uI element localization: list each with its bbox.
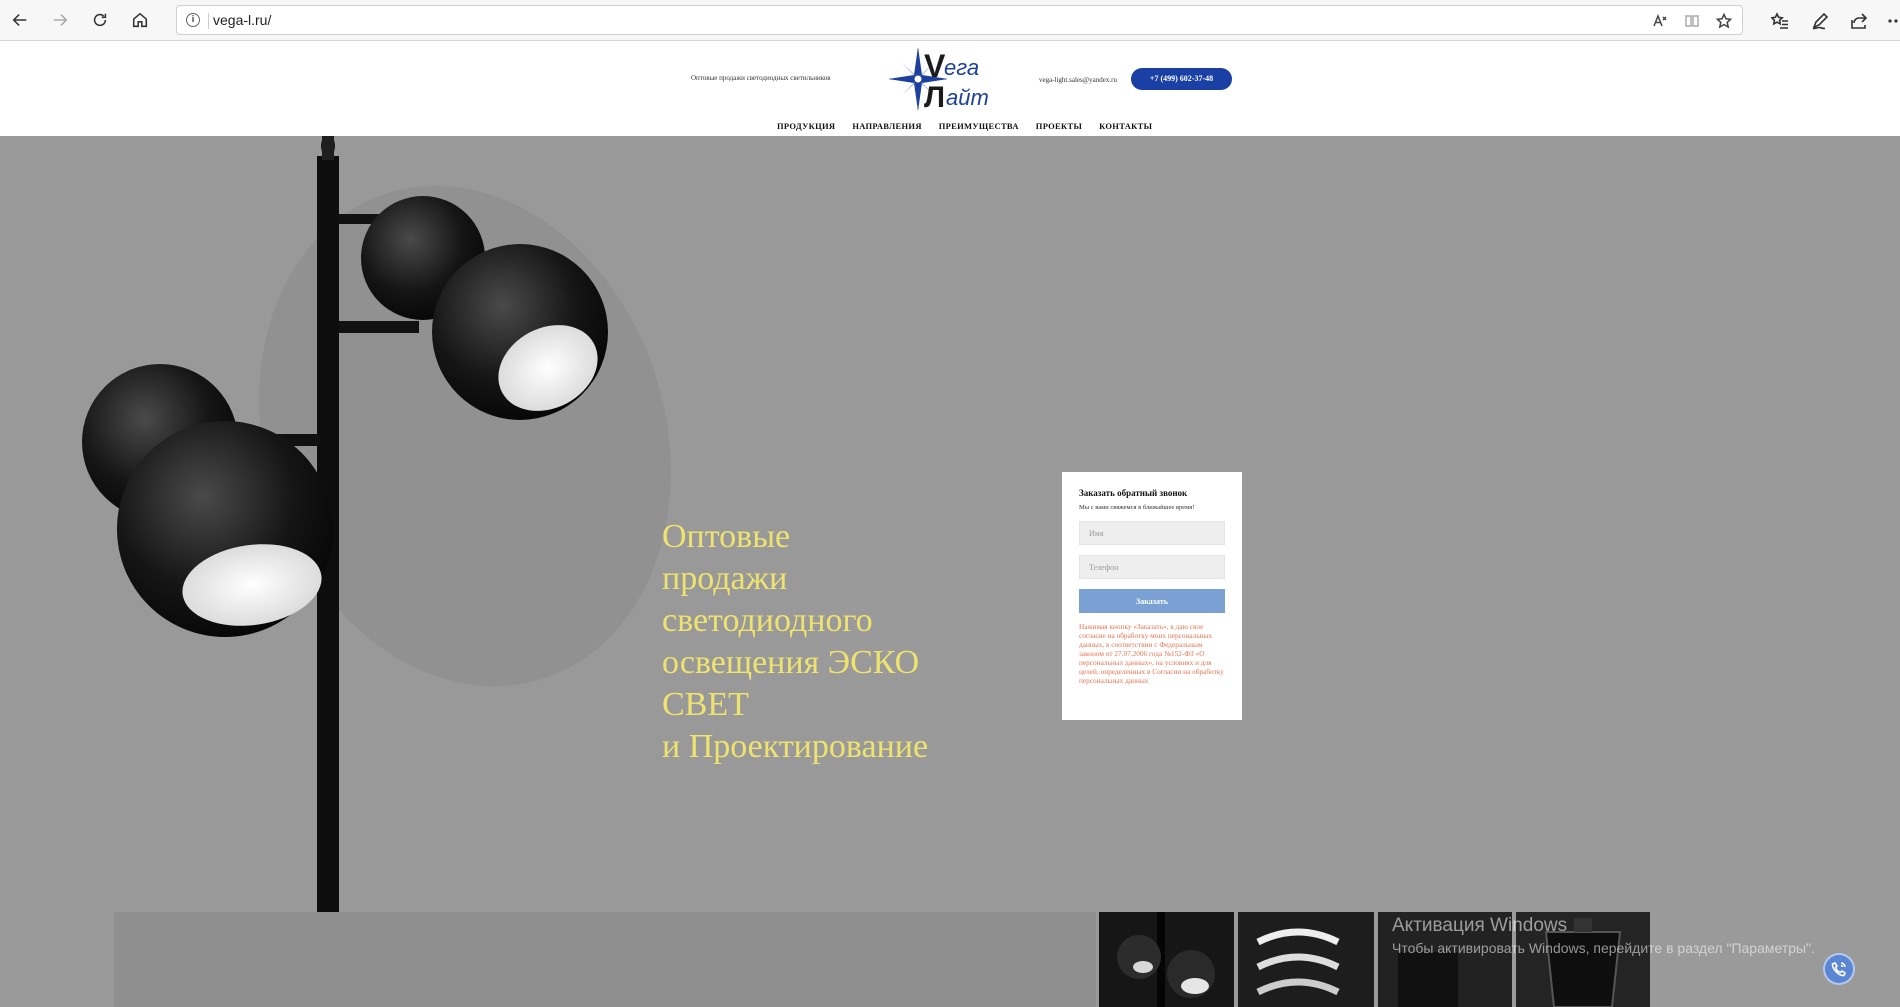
address-bar[interactable]: i vega-l.ru/ [176,5,1743,35]
product-thumbnail[interactable] [1238,912,1374,1007]
consent-text: Нажимая кнопку «Заказать», я даю свое со… [1079,622,1224,685]
windows-activation-text: Чтобы активировать Windows, перейдите в … [1392,940,1815,956]
nav-directions[interactable]: НАПРАВЛЕНИЯ [852,121,921,131]
header-email[interactable]: vega-light.sales@yandex.ru [1039,76,1117,84]
nav-projects[interactable]: ПРОЕКТЫ [1036,121,1082,131]
site-header: Оптовые продажи светодиодных светильнико… [0,41,1900,136]
forward-icon[interactable] [46,6,74,34]
svg-text:Л: Л [924,81,945,111]
site-logo[interactable]: V ега Л айт [888,47,1016,114]
refresh-icon[interactable] [86,6,114,34]
phone-input[interactable] [1079,555,1225,579]
callback-form: Заказать обратный звонок Мы с вами свяже… [1062,472,1242,720]
header-tagline: Оптовые продажи светодиодных светильнико… [691,74,831,82]
callback-form-subtitle: Мы с вами свяжемся в ближайшее время! [1079,504,1195,511]
favorite-star-icon[interactable] [1714,11,1734,31]
svg-text:V: V [924,48,946,84]
back-icon[interactable] [6,6,34,34]
callback-form-title: Заказать обратный звонок [1079,488,1188,498]
pen-icon[interactable] [1808,9,1832,33]
hero-title: Оптовые продажи светодиодного освещения … [662,516,1022,768]
hero-title-line: светодиодного [662,602,873,639]
slider-panel [114,912,1096,1007]
share-icon[interactable] [1847,9,1871,33]
reader-view-icon[interactable] [1682,11,1702,31]
phone-button[interactable]: +7 (499) 602-37-48 [1131,68,1232,90]
product-thumbnail[interactable] [1099,912,1234,1007]
info-icon[interactable]: i [186,13,200,27]
home-icon[interactable] [126,6,154,34]
hero-title-line: Оптовые [662,518,791,555]
phone-icon [1831,962,1846,977]
svg-text:ега: ега [944,55,979,80]
hero-title-line: продажи [662,560,788,597]
windows-activation-watermark: Активация Windows Чтобы активировать Win… [1392,915,1815,956]
hero-title-line: освещения ЭСКО [662,644,920,681]
main-nav: ПРОДУКЦИЯ НАПРАВЛЕНИЯ ПРЕИМУЩЕСТВА ПРОЕК… [777,121,1152,131]
hero-section: Оптовые продажи светодиодного освещения … [0,136,1900,1007]
svg-text:айт: айт [946,85,989,110]
more-icon[interactable] [1884,9,1900,33]
name-input[interactable] [1079,521,1225,545]
read-aloud-icon[interactable] [1650,11,1670,31]
windows-activation-title: Активация Windows [1392,915,1568,936]
address-divider [208,13,209,29]
hero-title-line: СВЕТ [662,686,749,723]
order-call-button[interactable]: Заказать [1079,589,1225,613]
nav-advantages[interactable]: ПРЕИМУЩЕСТВА [939,121,1019,131]
address-url[interactable]: vega-l.ru/ [213,12,271,28]
browser-toolbar: i vega-l.ru/ [0,0,1900,41]
favorites-icon[interactable] [1768,9,1792,33]
callback-widget-button[interactable] [1823,953,1855,985]
hero-title-line: и Проектирование [662,728,929,765]
nav-products[interactable]: ПРОДУКЦИЯ [777,121,835,131]
nav-contacts[interactable]: КОНТАКТЫ [1099,121,1152,131]
